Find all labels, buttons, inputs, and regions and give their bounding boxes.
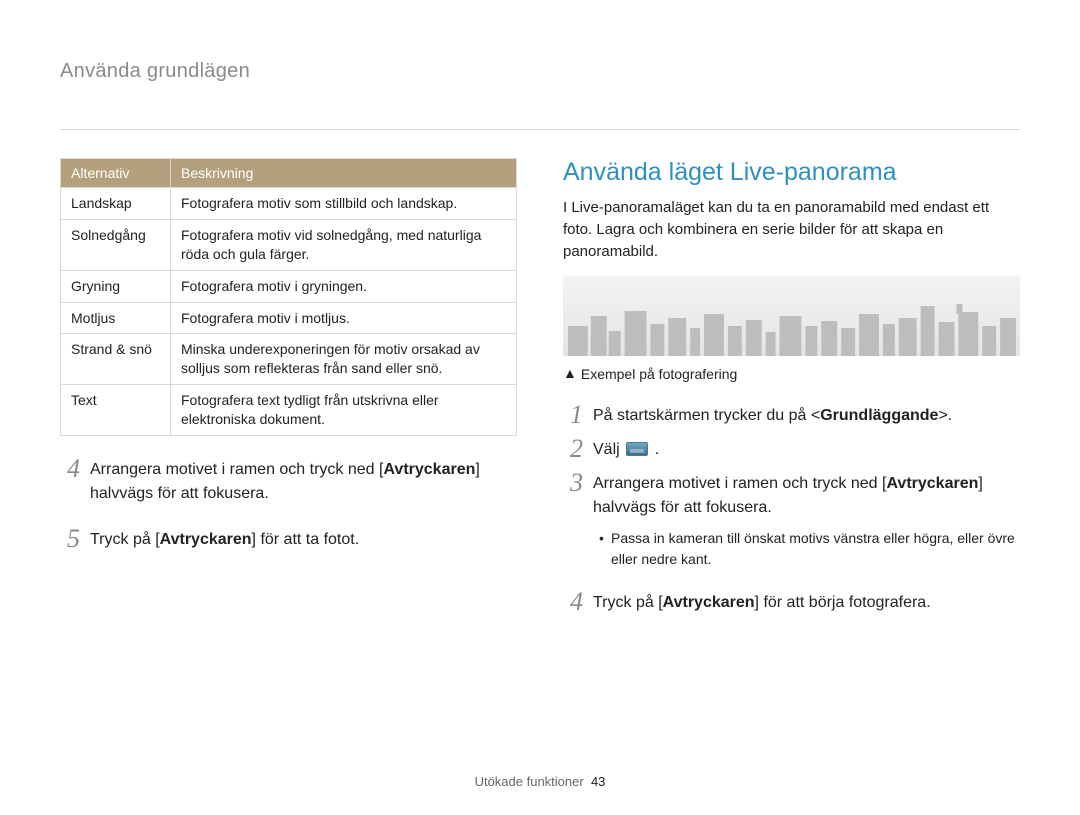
cell-alt: Gryning: [61, 270, 171, 302]
cell-alt: Text: [61, 385, 171, 436]
step-text: Tryck på [Avtryckaren] för att ta fotot.: [90, 526, 359, 552]
cell-desc: Fotografera motiv som stillbild och land…: [171, 188, 517, 220]
section-intro: I Live-panoramaläget kan du ta en panora…: [563, 197, 1020, 262]
table-row: Landskap Fotografera motiv som stillbild…: [61, 188, 517, 220]
divider: [60, 129, 1020, 130]
step-number: 4: [60, 456, 80, 482]
section-heading: Använda läget Live-panorama: [563, 158, 1020, 187]
table-header-beskrivning: Beskrivning: [171, 159, 517, 188]
cell-desc: Fotografera text tydligt från utskrivna …: [171, 385, 517, 436]
step-number: 2: [563, 436, 583, 462]
options-table: Alternativ Beskrivning Landskap Fotograf…: [60, 158, 517, 436]
footer-section: Utökade funktioner: [475, 774, 584, 789]
table-header-alternativ: Alternativ: [61, 159, 171, 188]
cell-desc: Minska underexponeringen för motiv orsak…: [171, 334, 517, 385]
step-4: 4 Arrangera motivet i ramen och tryck ne…: [60, 456, 517, 506]
cell-alt: Strand & snö: [61, 334, 171, 385]
cell-alt: Motljus: [61, 302, 171, 334]
step-text: Välj .: [593, 436, 659, 462]
panorama-illustration: [563, 276, 1020, 356]
step-2: 2 Välj .: [563, 436, 1020, 462]
live-panorama-mode-icon: [626, 442, 648, 456]
cell-desc: Fotografera motiv i motljus.: [171, 302, 517, 334]
step-number: 5: [60, 526, 80, 552]
cell-desc: Fotografera motiv vid solnedgång, med na…: [171, 219, 517, 270]
triangle-up-icon: ▲: [563, 365, 577, 381]
step-number: 1: [563, 402, 583, 428]
step-text: Tryck på [Avtryckaren] för att börja fot…: [593, 589, 931, 615]
step-4: 4 Tryck på [Avtryckaren] för att börja f…: [563, 589, 1020, 615]
city-skyline-icon: [563, 276, 1020, 356]
table-row: Motljus Fotografera motiv i motljus.: [61, 302, 517, 334]
step-number: 3: [563, 470, 583, 496]
table-row: Strand & snö Minska underexponeringen fö…: [61, 334, 517, 385]
table-row: Gryning Fotografera motiv i gryningen.: [61, 270, 517, 302]
cell-desc: Fotografera motiv i gryningen.: [171, 270, 517, 302]
step-3: 3 Arrangera motivet i ramen och tryck ne…: [563, 470, 1020, 569]
footer-page-number: 43: [591, 774, 605, 789]
step-bullet: Passa in kameran till önskat motivs väns…: [593, 528, 1020, 569]
page-footer: Utökade funktioner 43: [0, 774, 1080, 789]
table-row: Text Fotografera text tydligt från utskr…: [61, 385, 517, 436]
content-columns: Alternativ Beskrivning Landskap Fotograf…: [60, 158, 1020, 615]
right-column: Använda läget Live-panorama I Live-panor…: [563, 158, 1020, 615]
step-text: Arrangera motivet i ramen och tryck ned …: [90, 456, 517, 506]
cell-alt: Landskap: [61, 188, 171, 220]
table-row: Solnedgång Fotografera motiv vid solnedg…: [61, 219, 517, 270]
cell-alt: Solnedgång: [61, 219, 171, 270]
left-column: Alternativ Beskrivning Landskap Fotograf…: [60, 158, 517, 615]
step-text: På startskärmen trycker du på <Grundlägg…: [593, 402, 952, 428]
breadcrumb: Använda grundlägen: [60, 60, 1020, 83]
step-1: 1 På startskärmen trycker du på <Grundlä…: [563, 402, 1020, 428]
step-text: Arrangera motivet i ramen och tryck ned …: [593, 470, 1020, 569]
step-number: 4: [563, 589, 583, 615]
illustration-caption: ▲Exempel på fotografering: [563, 366, 1020, 382]
page: Använda grundlägen Alternativ Beskrivnin…: [0, 0, 1080, 815]
step-5: 5 Tryck på [Avtryckaren] för att ta foto…: [60, 526, 517, 552]
